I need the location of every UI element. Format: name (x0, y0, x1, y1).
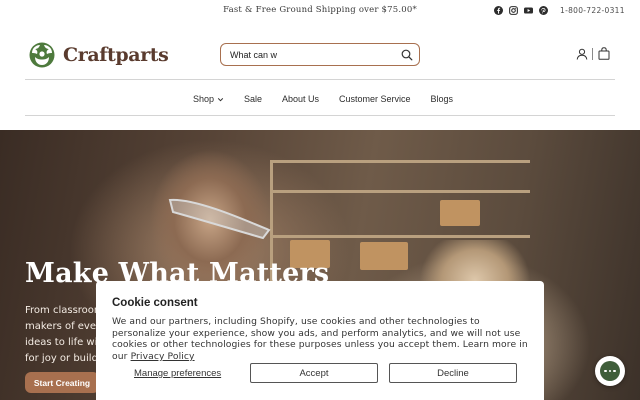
nav-item-label: Sale (243, 94, 262, 104)
youtube-icon[interactable] (524, 6, 533, 15)
nav-item-about-us[interactable]: About Us (282, 90, 319, 108)
nav-item-label: About Us (281, 94, 320, 104)
header-divider-line (25, 79, 615, 80)
phone-number[interactable]: 1-800-722-0311 (560, 6, 625, 15)
nav-item-label: Customer Service (339, 94, 411, 104)
nav-item-customer-service[interactable]: Customer Service (339, 90, 411, 108)
nav-item-blogs[interactable]: Blogs (431, 90, 454, 108)
search-icon[interactable] (400, 48, 414, 62)
nav-divider-line (25, 115, 615, 116)
hero-photo-bin (440, 200, 480, 226)
account-icon[interactable] (576, 48, 588, 60)
accept-button[interactable]: Accept (250, 363, 378, 383)
hero-description-line: for joy or buildin (25, 353, 108, 364)
nav-item-sale[interactable]: Sale (244, 90, 262, 108)
start-creating-button[interactable]: Start Creating (25, 372, 99, 393)
hero-description-line: makers of every (25, 321, 107, 332)
cart-icon[interactable] (598, 47, 610, 60)
hero-photo-goggles (168, 198, 271, 240)
nav-item-label: Blogs (430, 94, 454, 104)
chat-icon (600, 361, 620, 381)
craftparts-logo-icon (29, 42, 55, 68)
nav-item-shop[interactable]: Shop (193, 90, 224, 108)
hero-photo-shelf-board (270, 190, 530, 193)
main-nav: Shop Sale About Us Customer Service Blog… (0, 90, 640, 108)
brand-name: Craftparts (63, 44, 169, 66)
cookie-title: Cookie consent (112, 297, 198, 309)
instagram-icon[interactable] (509, 6, 518, 15)
announcement-bar: Fast & Free Ground Shipping over $75.00*… (0, 0, 640, 22)
social-links (494, 6, 548, 15)
chevron-down-icon (217, 97, 224, 101)
search-bar (220, 43, 420, 66)
header-divider (592, 48, 593, 60)
hero-photo-bin (360, 242, 408, 270)
nav-item-label: Shop (192, 94, 214, 104)
cookie-message: We and our partners, including Shopify, … (112, 316, 532, 362)
search-input[interactable] (230, 48, 390, 62)
facebook-icon[interactable] (494, 6, 503, 15)
hero-description-line: From classroom (25, 305, 104, 316)
chat-dot (613, 369, 616, 373)
privacy-policy-link[interactable]: Privacy Policy (131, 351, 195, 362)
hero-photo-shelf-board (270, 235, 530, 238)
brand-logo[interactable]: Craftparts (25, 41, 169, 69)
manage-preferences-link[interactable]: Manage preferences (134, 368, 221, 379)
cookie-consent-dialog: Cookie consent We and our partners, incl… (96, 281, 544, 400)
chat-launcher-button[interactable] (595, 356, 625, 386)
chat-dot (604, 369, 607, 373)
chat-dot (608, 369, 612, 373)
pinterest-icon[interactable] (539, 6, 548, 15)
decline-button[interactable]: Decline (389, 363, 517, 383)
